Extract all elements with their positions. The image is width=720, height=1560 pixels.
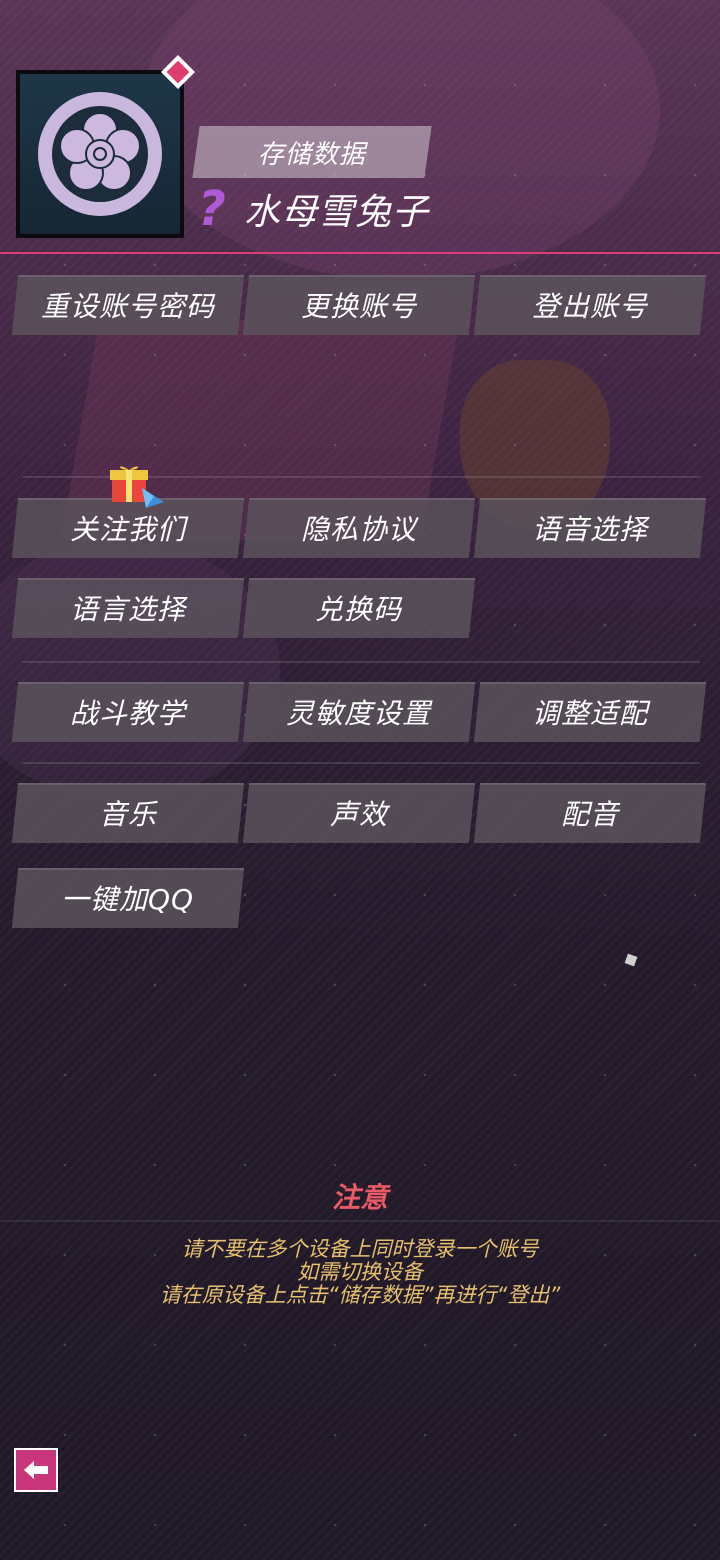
sakura-crest-icon: [59, 112, 141, 191]
section-divider: [22, 762, 700, 764]
save-data-button[interactable]: 存储数据: [192, 126, 432, 178]
save-data-label: 存储数据: [257, 139, 366, 170]
user-info: ? 水母雪兔子: [198, 181, 430, 237]
voice-select-button[interactable]: 语音选择: [473, 498, 707, 558]
back-arrow-icon: [24, 1461, 48, 1479]
adjust-fit-button[interactable]: 调整适配: [473, 682, 707, 742]
notice-divider: [0, 1220, 720, 1222]
header-divider: [0, 252, 720, 254]
gift-icon: [110, 466, 164, 508]
music-button[interactable]: 音乐: [11, 783, 245, 843]
section-divider: [22, 661, 700, 663]
avatar[interactable]: [16, 70, 184, 238]
switch-account-button[interactable]: 更换账号: [242, 275, 476, 335]
notice-line: 请不要在多个设备上同时登录一个账号: [181, 1237, 539, 1261]
notice-line: 如需切换设备: [297, 1260, 423, 1284]
level-mark: ?: [198, 181, 226, 237]
language-select-button[interactable]: 语言选择: [11, 578, 245, 638]
notice-title: 注意: [331, 1181, 388, 1214]
voice-over-button[interactable]: 配音: [473, 783, 707, 843]
redeem-code-button[interactable]: 兑换码: [242, 578, 476, 638]
username: 水母雪兔子: [244, 192, 430, 233]
sensitivity-settings-button[interactable]: 灵敏度设置: [242, 682, 476, 742]
logout-button[interactable]: 登出账号: [473, 275, 707, 335]
combat-tutorial-button[interactable]: 战斗教学: [11, 682, 245, 742]
notice-line: 请在原设备上点击“储存数据”再进行“登出”: [159, 1283, 561, 1307]
sound-effects-button[interactable]: 声效: [242, 783, 476, 843]
join-qq-button[interactable]: 一键加QQ: [11, 868, 245, 928]
reset-password-button[interactable]: 重设账号密码: [11, 275, 245, 335]
back-button[interactable]: [14, 1448, 58, 1492]
privacy-policy-button[interactable]: 隐私协议: [242, 498, 476, 558]
